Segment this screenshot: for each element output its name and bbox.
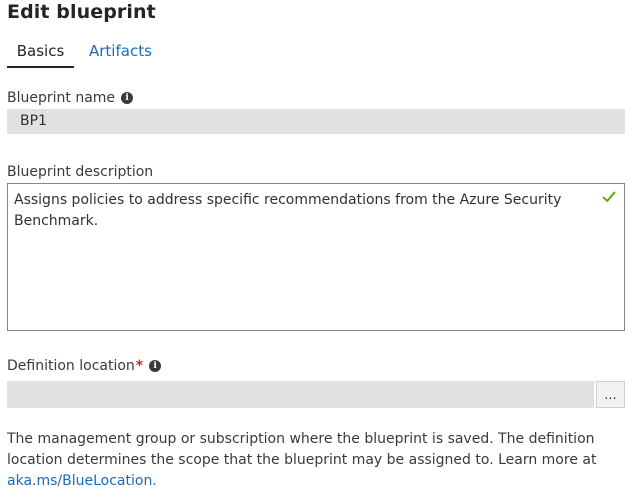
required-marker: * <box>135 358 144 374</box>
definition-location-field[interactable] <box>7 381 594 408</box>
help-text: The management group or subscription whe… <box>7 431 597 468</box>
tab-artifacts[interactable]: Artifacts <box>74 40 163 68</box>
definition-location-label-row: Definition location * i <box>7 358 162 374</box>
blueprint-name-label: Blueprint name <box>7 90 116 106</box>
blueprint-description-field[interactable]: Assigns policies to address specific rec… <box>7 183 625 331</box>
definition-location-help: The management group or subscription whe… <box>7 429 631 492</box>
blueprint-name-label-row: Blueprint name i <box>7 90 134 106</box>
tab-basics[interactable]: Basics <box>7 40 74 68</box>
checkmark-icon <box>602 191 616 202</box>
info-icon[interactable]: i <box>149 360 162 372</box>
browse-location-button[interactable]: ... <box>596 381 625 408</box>
info-icon[interactable]: i <box>121 92 134 104</box>
page-title: Edit blueprint <box>7 1 156 23</box>
tab-bar: Basics Artifacts <box>7 40 163 70</box>
blueprint-name-field[interactable]: BP1 <box>7 109 625 134</box>
blueprint-description-text[interactable]: Assigns policies to address specific rec… <box>14 190 584 232</box>
blueprint-description-label: Blueprint description <box>7 164 154 180</box>
learn-more-link[interactable]: aka.ms/BlueLocation. <box>7 473 157 489</box>
blueprint-description-label-row: Blueprint description <box>7 164 153 180</box>
definition-location-label: Definition location <box>7 358 135 374</box>
